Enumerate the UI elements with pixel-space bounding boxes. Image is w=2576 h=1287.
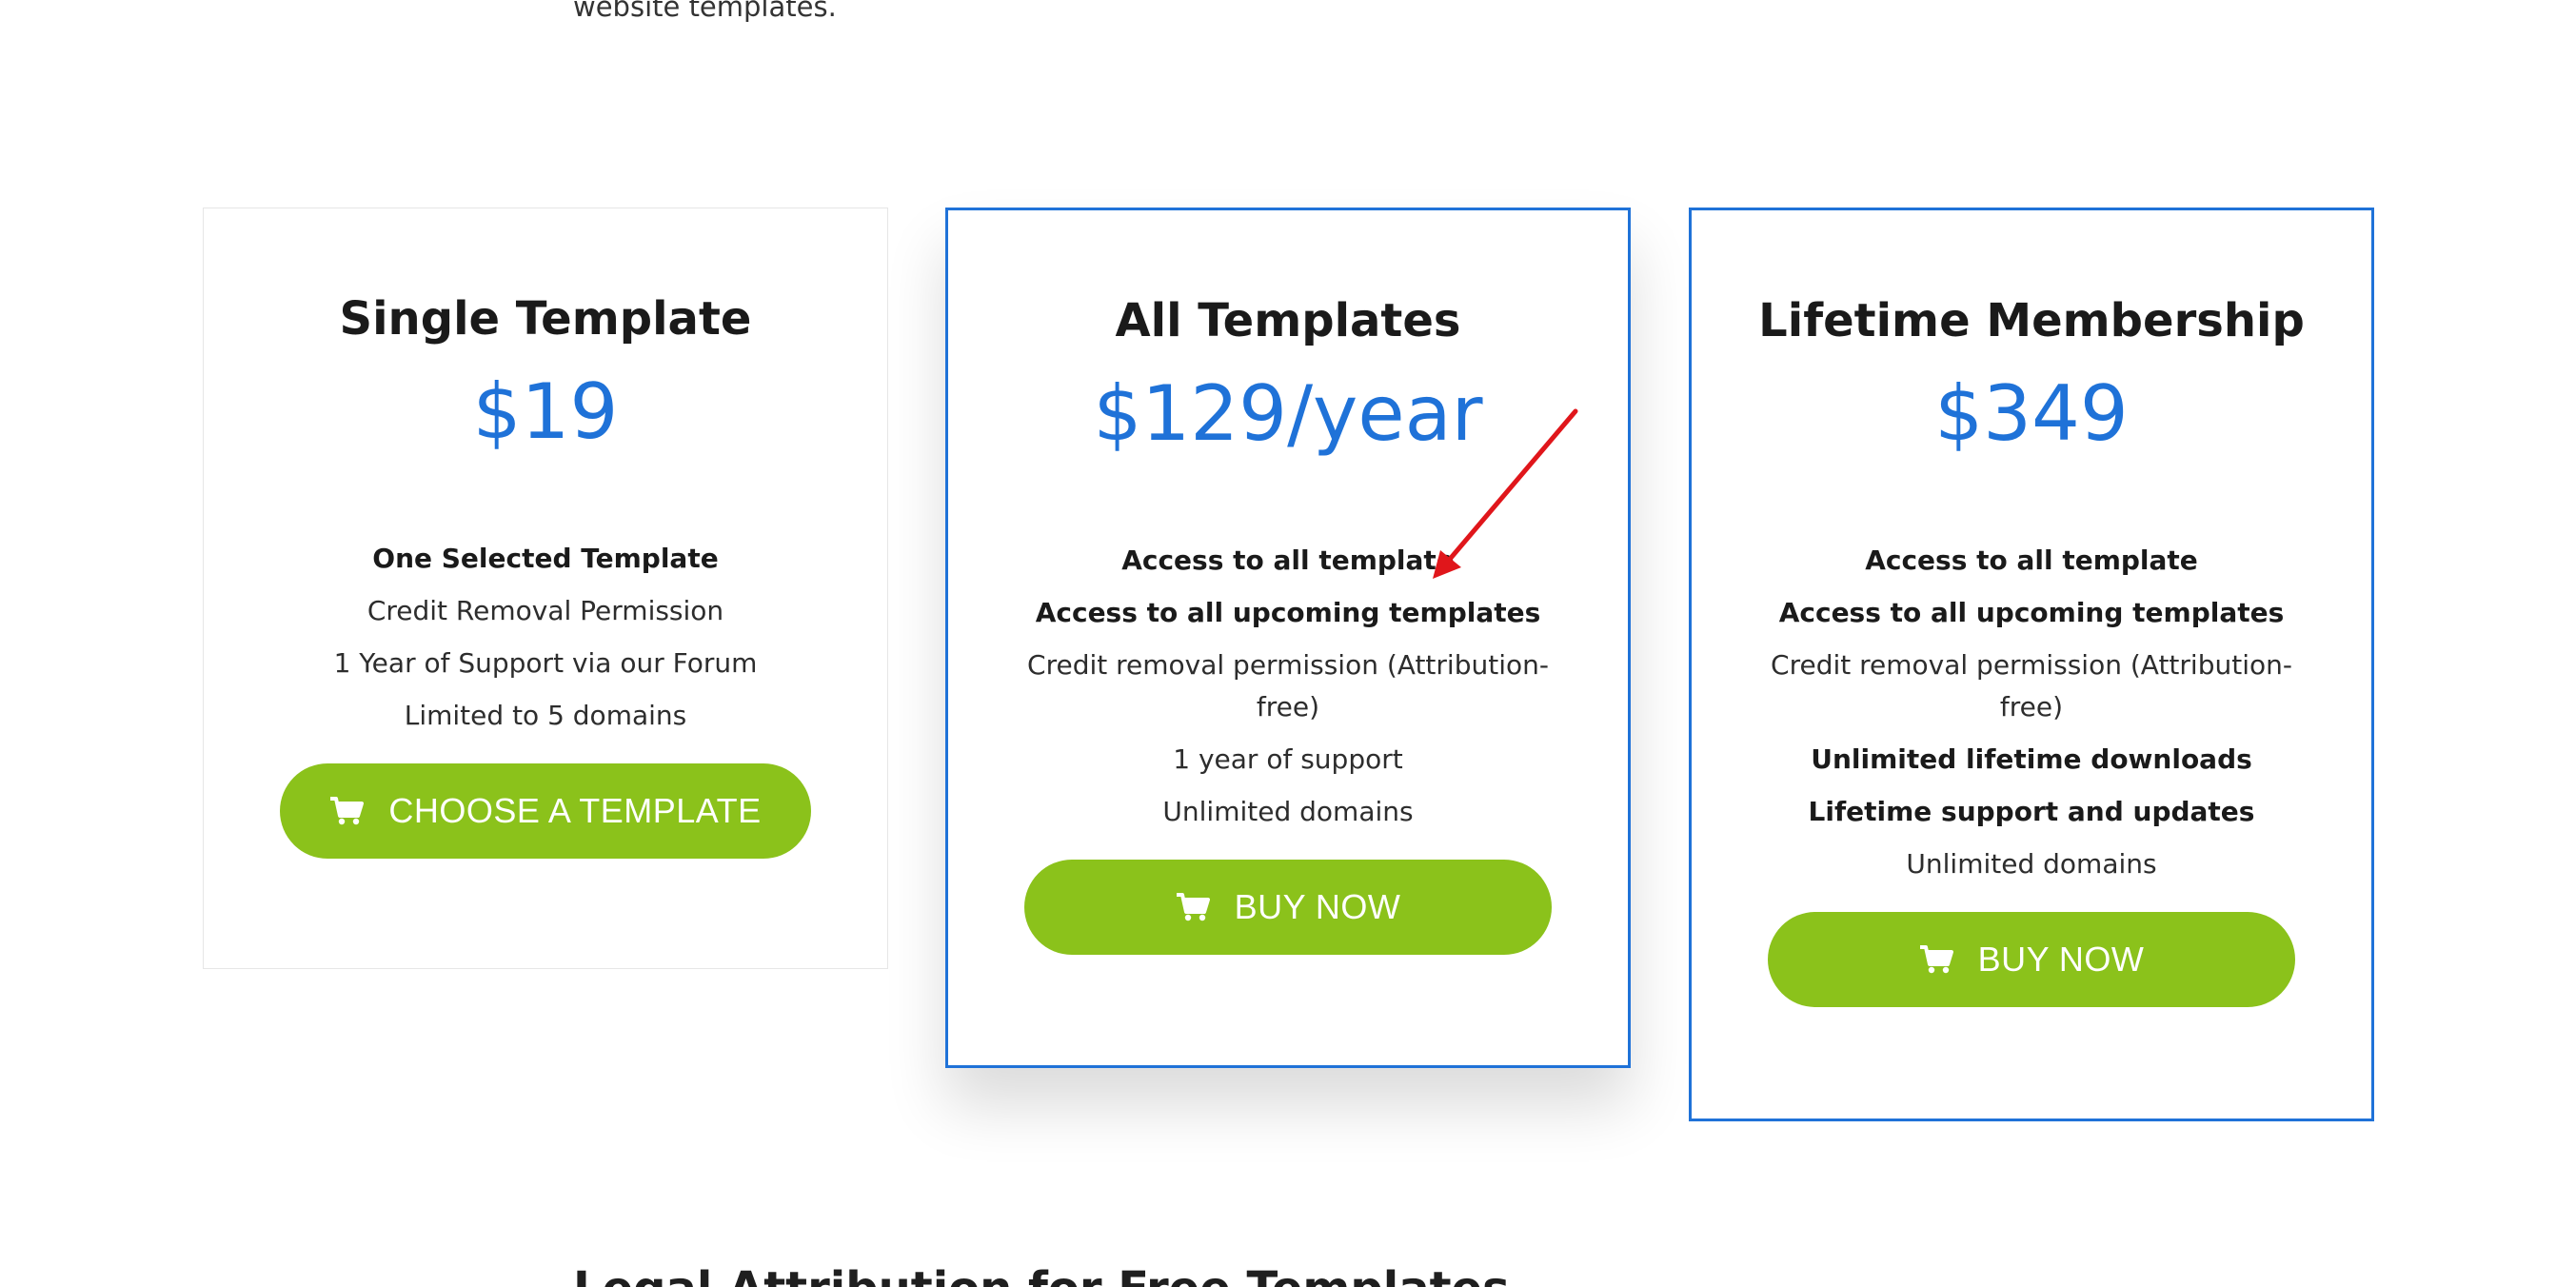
feature-item: Limited to 5 domains (404, 699, 687, 731)
feature-item: Unlimited lifetime downloads (1811, 742, 2252, 775)
cart-icon (330, 796, 365, 824)
button-label: CHOOSE A TEMPLATE (388, 790, 762, 830)
pricing-card-lifetime-membership: Lifetime Membership $349 Access to all t… (1689, 208, 2374, 1121)
button-label: BUY NOW (1977, 939, 2145, 979)
buy-now-button[interactable]: BUY NOW (1024, 859, 1552, 955)
feature-item: Access to all upcoming templates (1778, 596, 2285, 628)
pricing-card-single-template: Single Template $19 One Selected Templat… (203, 208, 888, 969)
buy-now-button[interactable]: BUY NOW (1768, 911, 2295, 1007)
plan-title: All Templates (1115, 294, 1461, 347)
feature-list: One Selected Template Credit Removal Per… (279, 538, 812, 737)
feature-item: 1 Year of Support via our Forum (333, 646, 758, 679)
plan-price: $19 (472, 366, 619, 456)
feature-item: Credit removal permission (Attribution-f… (1027, 648, 1549, 723)
pricing-card-all-templates: All Templates $129/year Access to all te… (945, 208, 1631, 1068)
plan-title: Lifetime Membership (1758, 294, 2305, 347)
plan-price: $129/year (1093, 368, 1483, 458)
feature-item: Credit removal permission (Attribution-f… (1771, 648, 2292, 723)
feature-item: Unlimited domains (1162, 795, 1414, 827)
intro-text: website templates. (573, 0, 837, 23)
plan-price: $349 (1934, 368, 2129, 458)
pricing-page: website templates. Single Template $19 O… (0, 0, 2576, 1287)
feature-item: Access to all upcoming templates (1035, 596, 1541, 628)
choose-template-button[interactable]: CHOOSE A TEMPLATE (280, 762, 811, 859)
button-label: BUY NOW (1234, 886, 1401, 926)
feature-list: Access to all template Access to all upc… (1021, 540, 1555, 833)
feature-item: One Selected Template (372, 542, 719, 574)
feature-item: Access to all template (1865, 544, 2198, 576)
feature-list: Access to all template Access to all upc… (1765, 540, 2298, 885)
feature-item: Access to all template (1121, 544, 1455, 576)
feature-item: Unlimited domains (1906, 847, 2157, 880)
cart-icon (1919, 944, 1953, 973)
section-heading: Legal Attribution for Free Templates (573, 1262, 1510, 1287)
plan-title: Single Template (339, 292, 752, 346)
cart-icon (1176, 892, 1210, 921)
feature-item: 1 year of support (1173, 742, 1403, 775)
feature-item: Lifetime support and updates (1808, 795, 2255, 827)
feature-item: Credit Removal Permission (367, 594, 724, 626)
